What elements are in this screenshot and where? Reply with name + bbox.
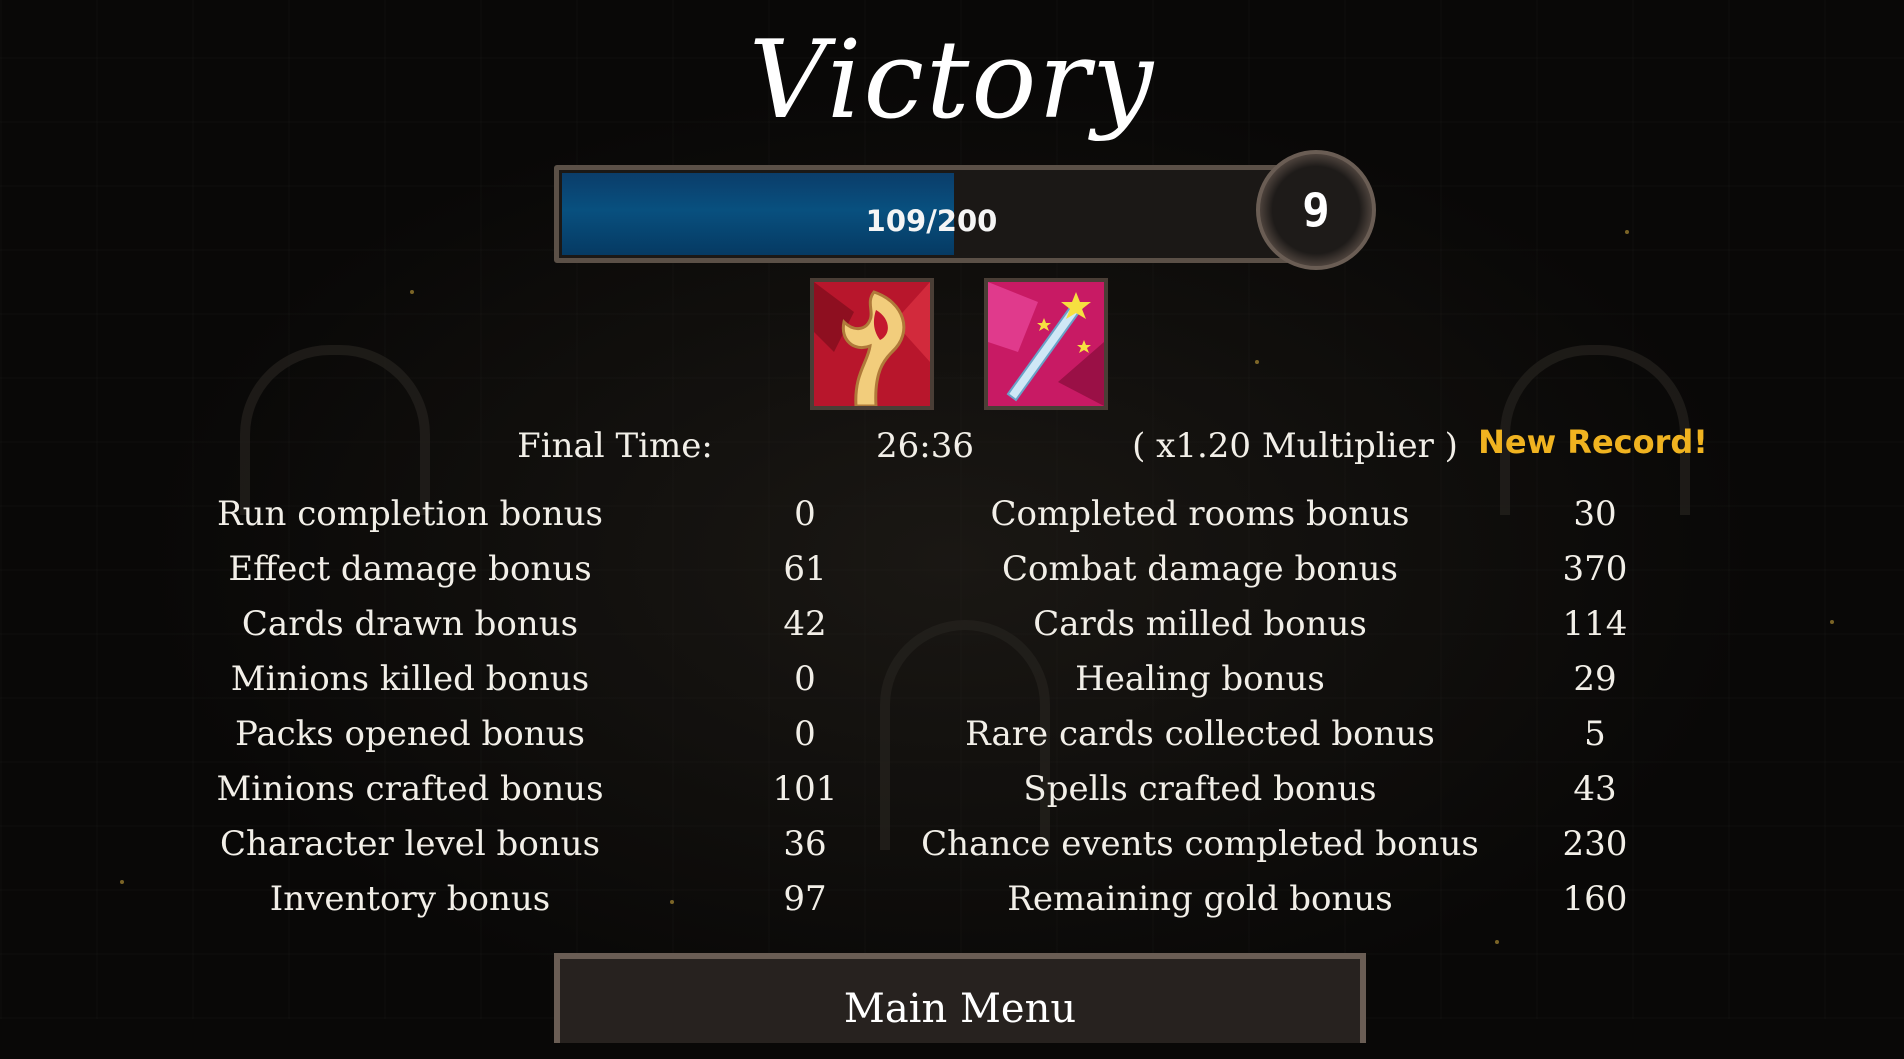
bonus-label-right: Chance events completed bonus bbox=[921, 824, 1479, 864]
bonus-label-right: Remaining gold bonus bbox=[1007, 879, 1393, 919]
bonus-label-right: Rare cards collected bonus bbox=[965, 714, 1435, 754]
bonus-label-left: Cards drawn bonus bbox=[241, 604, 579, 644]
ember-particle bbox=[1625, 230, 1629, 234]
bonus-value-left: 0 bbox=[794, 494, 816, 534]
xp-progress-text: 109/200 bbox=[865, 204, 998, 238]
bonus-value-left: 61 bbox=[783, 549, 827, 589]
bonus-value-left: 97 bbox=[783, 879, 827, 919]
bonus-row: Inventory bonus 97 Remaining gold bonus 160 bbox=[0, 874, 1904, 924]
bonus-value-left: 36 bbox=[783, 824, 827, 864]
bonus-label-left: Minions killed bonus bbox=[230, 659, 590, 699]
bonus-label-right: Spells crafted bonus bbox=[1023, 769, 1377, 809]
bonus-value-right: 30 bbox=[1573, 494, 1617, 534]
new-record-badge: New Record! bbox=[1478, 423, 1708, 461]
bonus-value-left: 42 bbox=[783, 604, 827, 644]
final-time-label: Final Time: bbox=[517, 426, 713, 466]
level-number: 9 bbox=[1302, 183, 1330, 237]
bonus-value-left: 0 bbox=[794, 659, 816, 699]
bonus-label-right: Healing bonus bbox=[1075, 659, 1325, 699]
bonus-label-left: Run completion bonus bbox=[217, 494, 603, 534]
xp-progress-bar: 109/200 bbox=[554, 165, 1290, 263]
bonus-value-right: 370 bbox=[1562, 549, 1628, 589]
bonus-value-right: 230 bbox=[1562, 824, 1628, 864]
bonus-row: Character level bonus 36 Chance events com… bbox=[0, 819, 1904, 869]
ember-particle bbox=[1495, 940, 1499, 944]
bonus-row: Packs opened bonus 0 Rare cards collected … bbox=[0, 709, 1904, 759]
star-wand-relic-icon[interactable] bbox=[984, 278, 1108, 410]
bonus-value-right: 5 bbox=[1584, 714, 1606, 754]
level-badge: 9 bbox=[1256, 150, 1376, 270]
time-multiplier: ( x1.20 Multiplier ) bbox=[1132, 426, 1458, 466]
ember-particle bbox=[410, 290, 414, 294]
bonus-value-right: 43 bbox=[1573, 769, 1617, 809]
bonus-label-left: Minions crafted bonus bbox=[216, 769, 604, 809]
main-menu-button[interactable]: Main Menu bbox=[554, 953, 1366, 1043]
bonus-label-right: Combat damage bonus bbox=[1002, 549, 1398, 589]
ember-particle bbox=[1255, 360, 1259, 364]
bonus-row: Minions killed bonus 0 Healing bonus 29 bbox=[0, 654, 1904, 704]
bonus-label-left: Packs opened bonus bbox=[235, 714, 585, 754]
bonus-value-right: 29 bbox=[1573, 659, 1617, 699]
final-time-row: Final Time: 26:36 ( x1.20 Multiplier ) N… bbox=[0, 421, 1904, 471]
final-time-value: 26:36 bbox=[876, 426, 974, 466]
flame-relic-icon[interactable] bbox=[810, 278, 934, 410]
bonus-label-left: Inventory bonus bbox=[269, 879, 551, 919]
bonus-value-right: 160 bbox=[1562, 879, 1628, 919]
bonus-value-right: 114 bbox=[1562, 604, 1628, 644]
bonus-value-left: 101 bbox=[772, 769, 838, 809]
bonus-label-left: Character level bonus bbox=[219, 824, 601, 864]
bonus-row: Minions crafted bonus 101 Spells crafted b… bbox=[0, 764, 1904, 814]
bonus-row: Cards drawn bonus 42 Cards milled bonus 114 bbox=[0, 599, 1904, 649]
bonus-value-left: 0 bbox=[794, 714, 816, 754]
bonus-label-right: Cards milled bonus bbox=[1033, 604, 1367, 644]
bonus-row: Effect damage bonus 61 Combat damage bonus… bbox=[0, 544, 1904, 594]
bonus-label-right: Completed rooms bonus bbox=[990, 494, 1410, 534]
bonus-row: Run completion bonus 0 Completed rooms bon… bbox=[0, 489, 1904, 539]
victory-title: Victory bbox=[748, 18, 1156, 143]
bonus-label-left: Effect damage bonus bbox=[228, 549, 592, 589]
